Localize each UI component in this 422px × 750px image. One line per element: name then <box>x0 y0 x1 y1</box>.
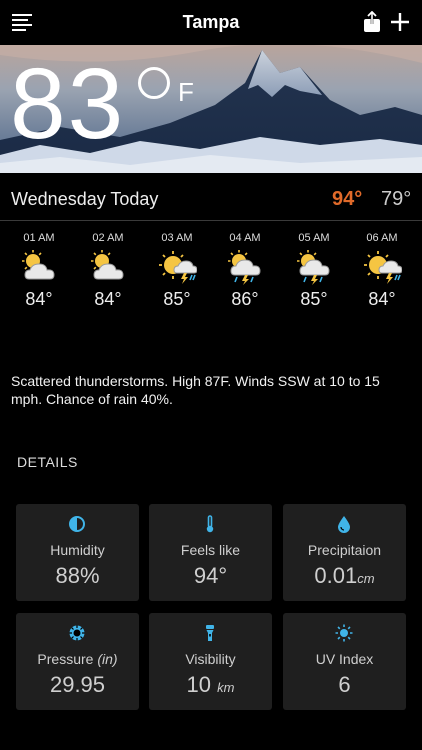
low-temp: 79° <box>381 188 412 210</box>
hour-temp: 85° <box>163 289 191 309</box>
today-row: Wednesday Today 94° 79° <box>0 173 422 221</box>
hour-temp: 84° <box>25 289 53 309</box>
sun-icon <box>335 624 353 642</box>
raindrop-icon <box>338 516 350 533</box>
hourly-item: 04 AM 86° <box>211 232 279 310</box>
tile-label: Feels like <box>180 542 241 558</box>
current-temperature: 83 <box>10 48 126 160</box>
forecast-summary: Scattered thunderstorms. High 87F. Winds… <box>11 373 380 407</box>
hourly-item: 02 AM 84° <box>74 232 142 310</box>
temperature-unit: F <box>178 77 194 107</box>
partly-cloudy-icon <box>91 250 124 280</box>
flashlight-icon <box>206 625 214 641</box>
pressure-tile[interactable]: Pressure (in) 29.95 <box>16 613 139 710</box>
pressure-icon <box>69 625 85 641</box>
sun-storm-rain-icon <box>297 250 330 285</box>
hour-temp: 84° <box>94 289 122 309</box>
sun-storm-rain-icon <box>228 250 261 285</box>
hourly-forecast[interactable]: 01 AM 84° 02 AM 84° 03 AM 85° 04 AM 86° … <box>0 222 422 322</box>
visibility-tile[interactable]: Visibility 10 km <box>149 613 272 710</box>
tile-label: Visibility <box>185 651 236 667</box>
hour-time: 02 AM <box>92 232 124 244</box>
humidity-tile[interactable]: Humidity 88% <box>16 504 139 601</box>
tile-value: 10 km <box>186 672 235 697</box>
hourly-item: 03 AM 85° <box>143 232 211 310</box>
hourly-item: 05 AM 85° <box>280 232 348 310</box>
hour-time: 03 AM <box>161 232 193 244</box>
hour-time: 04 AM <box>229 232 261 244</box>
tile-value: 6 <box>338 672 351 697</box>
uv-index-tile[interactable]: UV Index 6 <box>283 613 406 710</box>
tile-value: 0.01cm <box>314 563 375 588</box>
feels-like-tile[interactable]: Feels like 94° <box>149 504 272 601</box>
thermometer-icon <box>206 515 214 533</box>
tile-value: 29.95 <box>49 672 106 697</box>
hourly-item: 01 AM 84° <box>5 232 73 310</box>
sun-storm-icon <box>364 251 402 284</box>
day-label: Wednesday Today <box>11 189 159 209</box>
tile-label: Precipitaion <box>307 542 382 558</box>
partly-cloudy-icon <box>22 250 55 280</box>
tile-label: Pressure (in) <box>37 651 118 667</box>
add-location-icon[interactable] <box>390 12 410 32</box>
precipitation-tile[interactable]: Precipitaion 0.01cm <box>283 504 406 601</box>
high-temp: 94° <box>332 188 363 210</box>
hour-time: 01 AM <box>23 232 55 244</box>
sun-storm-icon <box>159 251 197 284</box>
hour-temp: 85° <box>300 289 328 309</box>
tile-label: Humidity <box>50 542 105 558</box>
city-title: Tampa <box>182 12 240 32</box>
hour-temp: 84° <box>368 289 396 309</box>
tile-label: UV Index <box>315 651 374 667</box>
hour-temp: 86° <box>231 289 259 309</box>
humidity-icon <box>69 516 85 532</box>
hourly-item: 06 AM 84° <box>348 232 416 310</box>
hero-banner: 83 F <box>0 45 422 173</box>
hour-time: 05 AM <box>298 232 330 244</box>
hour-time: 06 AM <box>366 232 398 244</box>
degree-symbol <box>138 67 170 99</box>
details-heading: DETAILS <box>17 454 78 470</box>
tile-value: 94° <box>193 563 228 588</box>
share-icon[interactable] <box>362 11 382 33</box>
tile-value: 88% <box>55 563 100 588</box>
top-bar: Tampa <box>0 0 422 45</box>
